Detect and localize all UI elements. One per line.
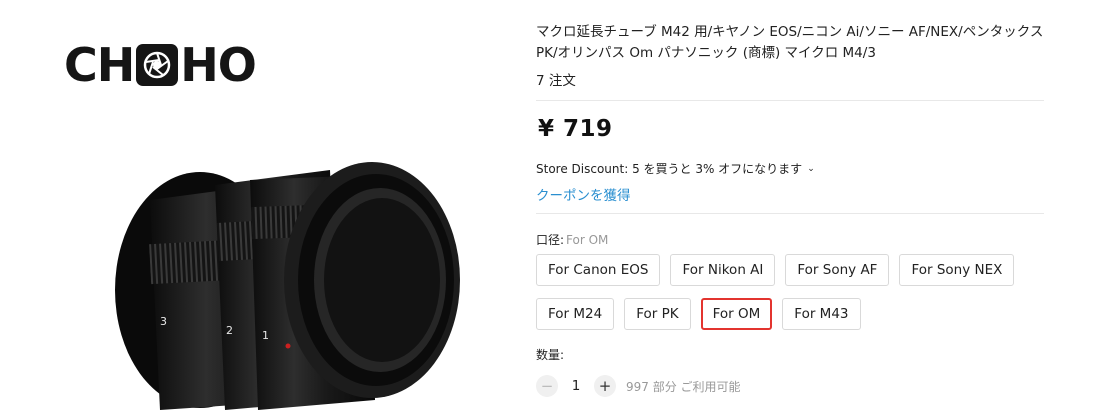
- lens-number-2: 2: [226, 324, 233, 337]
- option-label-text: 口径:: [536, 233, 565, 247]
- option-m43[interactable]: For M43: [782, 298, 861, 330]
- chevron-down-icon: ⌄: [807, 163, 815, 174]
- option-sony-af[interactable]: For Sony AF: [785, 254, 890, 286]
- lens-number-3: 3: [160, 315, 167, 328]
- option-nikon-ai[interactable]: For Nikon AI: [670, 254, 776, 286]
- get-coupon-link[interactable]: クーポンを獲得: [536, 184, 631, 204]
- option-row-1: For Canon EOS For Nikon AI For Sony AF F…: [536, 254, 1015, 286]
- option-label: 口径: For OM: [536, 231, 608, 248]
- quantity-value[interactable]: 1: [558, 378, 594, 394]
- quantity-decrease-button[interactable]: −: [536, 375, 558, 397]
- quantity-increase-button[interactable]: +: [594, 375, 616, 397]
- available-stock: 997 部分 ご利用可能: [626, 379, 741, 394]
- divider: [536, 213, 1044, 214]
- divider: [536, 100, 1044, 101]
- option-m24[interactable]: For M24: [536, 298, 615, 330]
- product-title: マクロ延長チューブ M42 用/キヤノン EOS/ニコン Ai/ソニー AF/N…: [536, 24, 1044, 61]
- option-om[interactable]: For OM: [700, 298, 773, 330]
- store-discount[interactable]: Store Discount: 5 を買うと 3% オフになります ⌄: [536, 160, 815, 177]
- order-count: 7 注文: [536, 73, 576, 89]
- lens-number-1: 1: [262, 329, 269, 342]
- option-canon-eos[interactable]: For Canon EOS: [536, 254, 661, 286]
- option-sony-nex[interactable]: For Sony NEX: [899, 254, 1015, 286]
- product-price: ¥ 719: [538, 116, 613, 142]
- product-image-gallery[interactable]: CH HO 3 2 1: [0, 0, 520, 410]
- extension-tube-image: 3 2 1: [115, 162, 460, 410]
- store-discount-text: Store Discount: 5 を買うと 3% オフになります: [536, 162, 803, 176]
- option-row-2: For M24 For PK For OM For M43: [536, 298, 861, 330]
- quantity-stepper: − 1 + 997 部分 ご利用可能: [536, 375, 741, 397]
- quantity-label: 数量:: [536, 348, 565, 362]
- option-selected-value: For OM: [566, 233, 609, 247]
- option-pk[interactable]: For PK: [624, 298, 691, 330]
- product-info-panel: マクロ延長チューブ M42 用/キヤノン EOS/ニコン Ai/ソニー AF/N…: [536, 0, 1046, 410]
